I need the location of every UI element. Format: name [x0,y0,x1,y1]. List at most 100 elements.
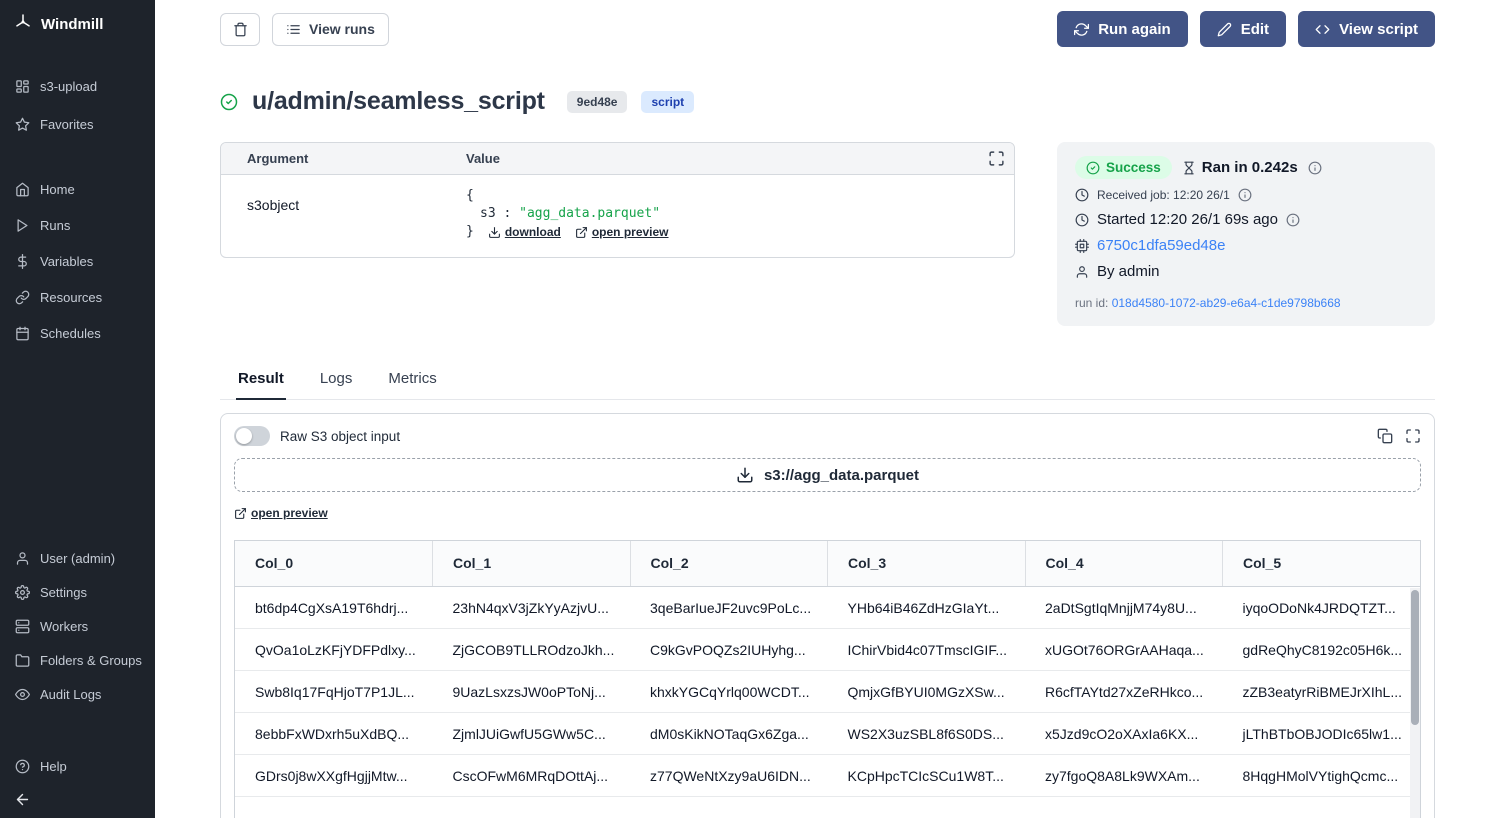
sidebar-item-folders-groups[interactable]: Folders & Groups [0,643,155,677]
table-cell: jLThBTbOBJODIc65lw1... [1223,713,1421,755]
tab-logs[interactable]: Logs [318,370,355,399]
table-cell: ZjmlJUiGwfU5GWw5C... [433,713,631,755]
commit-hash-badge: 9ed48e [567,91,628,113]
copy-icon[interactable] [1377,428,1393,444]
table-cell: Swb8Iq17FqHjoT7P1JL... [235,671,433,713]
sidebar-nav-group: Home Runs Variables Resources Schedules [0,171,155,351]
sidebar-item-label: Favorites [40,117,93,132]
column-header[interactable]: Col_3 [828,541,1026,587]
folder-icon [15,653,30,668]
table-header-row: Col_0 Col_1 Col_2 Col_3 Col_4 Col_5 [235,541,1420,587]
open-preview-icon [575,226,588,239]
duration-label: Ran in 0.242s [1202,159,1298,176]
status-badge-label: Success [1106,160,1161,175]
table-cell: zZB3eatyrRiBMEJrXIhL... [1223,671,1421,713]
sidebar-item-label: s3-upload [40,79,97,94]
expand-arguments-button[interactable] [988,150,1005,170]
view-script-button[interactable]: View script [1298,11,1435,47]
sidebar-item-help[interactable]: Help [0,747,155,785]
open-preview-argument-link[interactable]: open preview [575,223,669,241]
table-cell: 8HqgHMolVYtighQcmc... [1223,755,1421,797]
sidebar-item-settings[interactable]: Settings [0,575,155,609]
download-icon [736,466,754,484]
sidebar-item-runs[interactable]: Runs [0,207,155,243]
sidebar-item-s3-upload[interactable]: s3-upload [0,67,155,105]
argument-column-header: Argument [221,151,466,166]
json-key: s3 [480,206,496,221]
sidebar-item-schedules[interactable]: Schedules [0,315,155,351]
gear-icon [15,585,30,600]
json-close-brace: } [466,223,474,241]
value-column-header: Value [466,151,500,166]
sidebar-item-label: Workers [40,619,88,634]
table-cell: bt6dp4CgXsA19T6hdrj... [235,587,433,629]
run-id-label: run id: [1075,296,1108,310]
server-icon [15,619,30,634]
table-cell: YHb64iB46ZdHzGIaYt... [828,587,1026,629]
sidebar-item-favorites[interactable]: Favorites [0,105,155,143]
sidebar-collapse-button[interactable] [0,785,155,810]
delete-run-button[interactable] [220,13,260,46]
open-preview-icon [234,507,247,520]
info-icon[interactable] [1286,213,1300,227]
table-cell: KCpHpcTCIcSCu1W8T... [828,755,1026,797]
maximize-icon [988,150,1005,167]
run-id-link[interactable]: 018d4580-1072-ab29-e6a4-c1de9798b668 [1112,296,1341,310]
open-preview-label: open preview [592,223,669,241]
table-cell: 3qeBarIueJF2uvc9PoLc... [630,587,828,629]
sidebar-item-label: Home [40,182,75,197]
tab-result[interactable]: Result [236,370,286,400]
info-icon[interactable] [1238,188,1252,202]
column-header[interactable]: Col_2 [630,541,828,587]
trash-icon [233,22,248,37]
hourglass-icon [1182,161,1196,175]
column-header[interactable]: Col_0 [235,541,433,587]
s3-file-download-button[interactable]: s3://agg_data.parquet [234,458,1421,492]
eye-icon [15,687,30,702]
started-text: Started 12:20 26/1 69s ago [1097,211,1278,228]
open-preview-result-link[interactable]: open preview [234,506,328,520]
tab-metrics[interactable]: Metrics [386,370,438,399]
table-cell: xUGOt76ORGrAAHaqa... [1025,629,1223,671]
workspace-switcher[interactable]: Windmill [0,0,155,45]
view-runs-button[interactable]: View runs [272,13,389,46]
toggle-knob [236,428,252,444]
edit-button[interactable]: Edit [1200,11,1286,47]
download-label: download [505,223,561,241]
sidebar-item-user[interactable]: User (admin) [0,541,155,575]
column-header[interactable]: Col_4 [1025,541,1223,587]
sidebar-item-label: Help [40,759,67,774]
column-header[interactable]: Col_1 [433,541,631,587]
refresh-icon [1074,22,1089,37]
user-icon [1075,265,1089,279]
sidebar-item-label: Schedules [40,326,101,341]
column-header[interactable]: Col_5 [1223,541,1421,587]
table-row: Swb8Iq17FqHjoT7P1JL... 9UazLsxzsJW0oPToN… [235,671,1420,713]
run-detail-columns: Argument Value s3object { s3 : "agg_data… [220,142,1435,326]
info-icon[interactable] [1308,161,1322,175]
status-card: Success Ran in 0.242s Received job: 12:2… [1057,142,1435,326]
star-icon [15,117,30,132]
dollar-icon [15,254,30,269]
worker-id-link[interactable]: 6750c1dfa59ed48e [1097,237,1225,254]
table-scrollbar[interactable] [1410,588,1420,818]
sidebar-item-audit-logs[interactable]: Audit Logs [0,677,155,711]
sidebar-item-home[interactable]: Home [0,171,155,207]
calendar-icon [15,326,30,341]
sidebar-admin-group: User (admin) Settings Workers Folders & … [0,541,155,711]
arguments-card: Argument Value s3object { s3 : "agg_data… [220,142,1015,258]
raw-s3-toggle[interactable] [234,426,270,446]
run-again-button[interactable]: Run again [1057,11,1188,47]
status-badge: Success [1075,156,1172,179]
maximize-icon[interactable] [1405,428,1421,444]
argument-name: s3object [221,187,466,241]
sidebar-item-resources[interactable]: Resources [0,279,155,315]
table-cell: iyqoODoNk4JRDQTZT... [1223,587,1421,629]
sidebar-item-variables[interactable]: Variables [0,243,155,279]
sidebar-item-workers[interactable]: Workers [0,609,155,643]
download-argument-link[interactable]: download [488,223,561,241]
table-row: 8ebbFxWDxrh5uXdBQ... ZjmlJUiGwfU5GWw5C..… [235,713,1420,755]
table-cell: 8ebbFxWDxrh5uXdBQ... [235,713,433,755]
table-cell: C9kGvPOQZs2IUHyhg... [630,629,828,671]
table-scrollbar-thumb[interactable] [1411,590,1419,725]
